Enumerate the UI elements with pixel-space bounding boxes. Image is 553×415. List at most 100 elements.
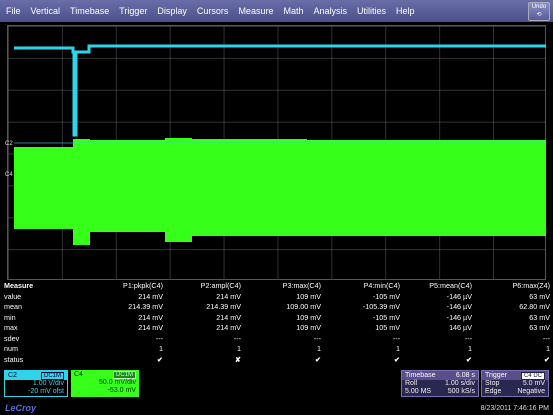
c4-name: C4 — [74, 371, 83, 378]
header-p6[interactable]: P6:max(Z4) — [470, 281, 550, 290]
table-cell: --- — [464, 333, 472, 343]
table-cell: 63 mV — [529, 312, 550, 322]
timebase-delay: 6.08 s — [455, 372, 475, 379]
c4-vdiv: 50.0 mV/div — [99, 379, 136, 386]
table-cell: 214 mV — [216, 312, 241, 322]
table-cell: 1 — [237, 344, 241, 353]
status-ok-icon: ✔ — [543, 354, 550, 364]
c2-marker[interactable]: C2 — [5, 141, 13, 147]
table-cell: 1 — [317, 344, 321, 353]
table-cell: 109 mV — [296, 312, 321, 322]
datetime: 8/23/2011 7:46:16 PM — [480, 405, 549, 412]
menu-vertical[interactable]: Vertical — [26, 0, 66, 22]
undo-icon: ⟲ — [536, 12, 542, 18]
menu-help[interactable]: Help — [391, 0, 420, 22]
table-cell: 109 mV — [296, 291, 321, 301]
table-cell: 214.39 mV — [206, 302, 241, 311]
table-cell: 1 — [396, 344, 400, 353]
menu-timebase[interactable]: Timebase — [65, 0, 114, 22]
c4-offset: -53.0 mV — [107, 387, 136, 394]
row-label: value — [4, 291, 22, 301]
menu-math[interactable]: Math — [278, 0, 308, 22]
c2-coupling: DC1M — [40, 371, 64, 380]
header-p2[interactable]: P2:ampl(C4) — [161, 281, 241, 290]
table-cell: --- — [392, 333, 400, 343]
table-cell: 109 mV — [296, 323, 321, 332]
timebase-samples: 5.00 MS — [405, 388, 432, 395]
trigger-box[interactable]: Trigger C4 DC Stop 5.0 mV Edge Negative — [481, 370, 549, 397]
menu-analysis[interactable]: Analysis — [308, 0, 352, 22]
table-cell: --- — [233, 333, 241, 343]
waveform-grid[interactable] — [7, 25, 546, 280]
table-cell: -105.39 mV — [362, 302, 400, 311]
trigger-type: Edge — [485, 388, 502, 395]
table-cell: -146 µV — [446, 312, 472, 322]
table-row: max 214 mV 214 mV 109 mV 105 mV 146 µV 6… — [0, 323, 553, 334]
table-cell: 146 µV — [449, 323, 472, 332]
menu-measure[interactable]: Measure — [233, 0, 278, 22]
c4-coupling: DC1M — [112, 370, 136, 379]
table-cell: 105 mV — [375, 323, 400, 332]
timebase-tdiv: 1.00 s/div — [445, 380, 475, 387]
table-row: value 214 mV 214 mV 109 mV -105 mV -146 … — [0, 292, 553, 303]
row-label: num — [4, 344, 18, 353]
table-cell: --- — [313, 333, 321, 343]
header-p1[interactable]: P1:pkpk(C4) — [83, 281, 163, 290]
table-row: sdev --- --- --- --- --- --- — [0, 334, 553, 345]
header-p3[interactable]: P3:max(C4) — [241, 281, 321, 290]
table-cell: 62.80 mV — [519, 302, 550, 311]
brand-logo: LeCroy — [5, 403, 37, 413]
c2-vdiv: 1.00 V/div — [32, 380, 64, 387]
status-ok-icon: ✔ — [465, 354, 472, 364]
timebase-mode: Roll — [405, 380, 418, 387]
measure-table: Measure P1:pkpk(C4) P2:ampl(C4) P3:max(C… — [0, 281, 553, 367]
undo-label: Undo — [531, 4, 547, 10]
table-cell: --- — [542, 333, 550, 343]
table-cell: 214 mV — [216, 323, 241, 332]
c4-marker[interactable]: C4 — [5, 172, 13, 178]
timebase-title: Timebase — [405, 372, 436, 379]
row-label: sdev — [4, 333, 20, 343]
status-warning-icon: ✘ — [234, 354, 241, 364]
header-p5[interactable]: P5:mean(C4) — [392, 281, 472, 290]
measure-header-row: Measure P1:pkpk(C4) P2:ampl(C4) P3:max(C… — [0, 281, 553, 292]
menu-bar: File Vertical Timebase Trigger Display C… — [0, 0, 553, 22]
timebase-rate: 500 kS/s — [447, 388, 475, 395]
table-cell: 214 mV — [138, 323, 163, 332]
row-label: max — [4, 323, 18, 332]
measure-title: Measure — [4, 281, 34, 290]
menu-cursors[interactable]: Cursors — [192, 0, 234, 22]
menu-utilities[interactable]: Utilities — [352, 0, 391, 22]
c2-channel-box[interactable]: C2 DC1M 1.00 V/div -20 mV ofst — [4, 370, 68, 397]
c2-offset: -20 mV ofst — [28, 388, 64, 395]
table-row: status ✔ ✘ ✔ ✔ ✔ ✔ — [0, 355, 553, 366]
row-label: status — [4, 354, 24, 364]
header-p4[interactable]: P4:min(C4) — [320, 281, 400, 290]
status-ok-icon: ✔ — [314, 354, 321, 364]
table-row: mean 214.39 mV 214.39 mV 109.00 mV -105.… — [0, 302, 553, 313]
timebase-box[interactable]: Timebase 6.08 s Roll 1.00 s/div 5.00 MS … — [401, 370, 479, 397]
table-cell: -146 µV — [446, 302, 472, 311]
menu-file[interactable]: File — [0, 0, 26, 22]
menu-trigger[interactable]: Trigger — [114, 0, 152, 22]
table-cell: 109.00 mV — [286, 302, 321, 311]
table-cell: 63 mV — [529, 323, 550, 332]
trigger-mode: Stop — [485, 380, 500, 387]
table-cell: -105 mV — [372, 291, 400, 301]
trigger-slope: Negative — [517, 388, 545, 395]
table-cell: 214.39 mV — [128, 302, 163, 311]
undo-button[interactable]: Undo ⟲ — [528, 2, 550, 21]
table-cell: 1 — [159, 344, 163, 353]
c4-channel-box[interactable]: C4 DC1M 50.0 mV/div -53.0 mV — [71, 370, 139, 397]
table-cell: --- — [155, 333, 163, 343]
table-cell: 63 mV — [529, 291, 550, 301]
trigger-title: Trigger — [485, 372, 507, 379]
table-cell: 214 mV — [138, 291, 163, 301]
status-ok-icon: ✔ — [156, 354, 163, 364]
c2-name: C2 — [8, 372, 17, 379]
table-row: min 214 mV 214 mV 109 mV -105 mV -146 µV… — [0, 313, 553, 324]
row-label: min — [4, 312, 16, 322]
table-cell: 1 — [468, 344, 472, 353]
menu-display[interactable]: Display — [152, 0, 192, 22]
row-label: mean — [4, 302, 22, 311]
